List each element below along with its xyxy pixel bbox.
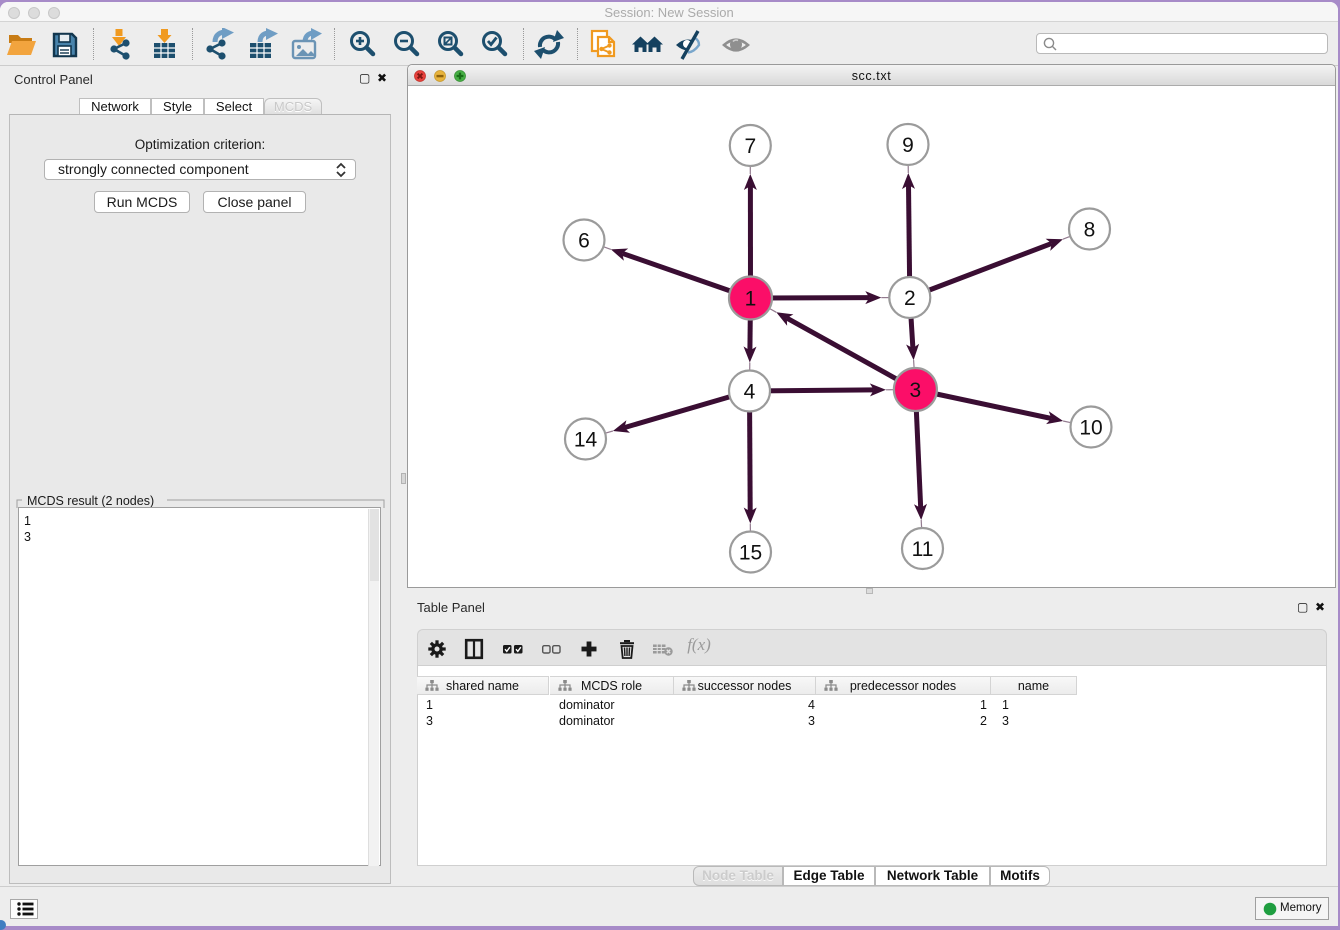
svg-text:6: 6 (578, 230, 590, 253)
svg-text:10: 10 (1079, 417, 1102, 440)
svg-text:1: 1 (745, 288, 757, 311)
svg-text:14: 14 (574, 429, 598, 452)
svg-text:8: 8 (1084, 219, 1096, 242)
svg-text:2: 2 (904, 287, 916, 310)
svg-text:11: 11 (912, 538, 934, 561)
svg-text:7: 7 (744, 135, 756, 158)
svg-text:4: 4 (744, 381, 756, 404)
svg-text:3: 3 (910, 379, 922, 402)
svg-text:15: 15 (739, 542, 762, 565)
svg-text:9: 9 (902, 134, 914, 157)
